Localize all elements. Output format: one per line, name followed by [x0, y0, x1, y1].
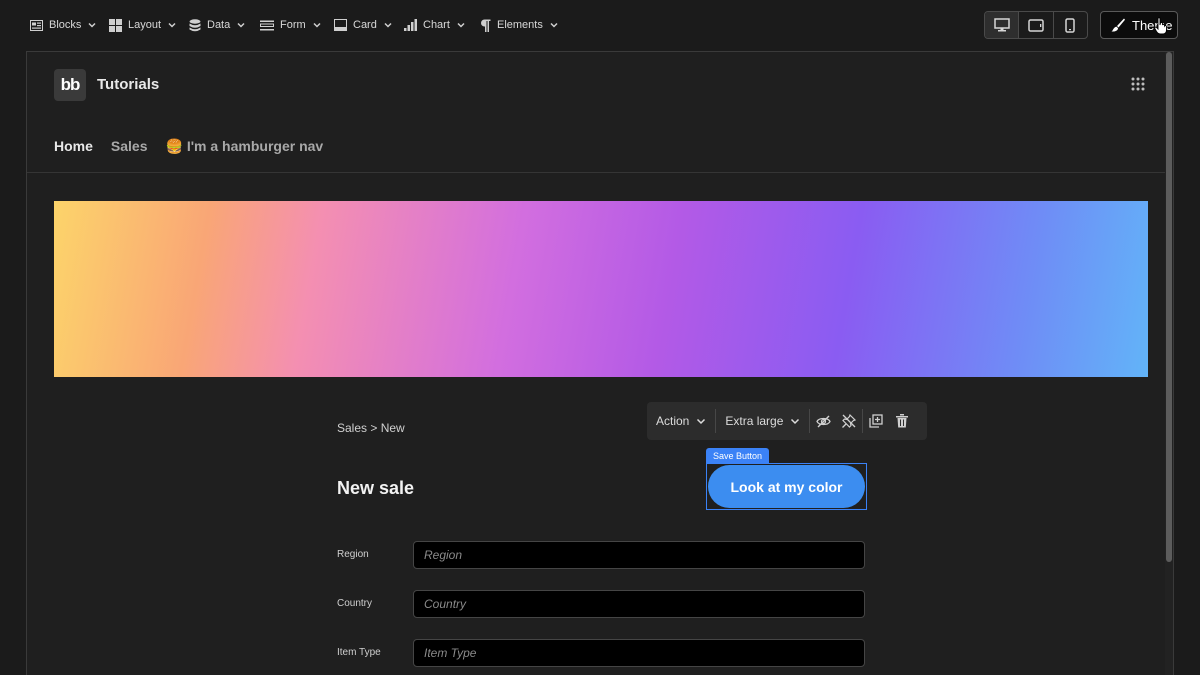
toolbar-blocks-label: Blocks	[49, 19, 82, 31]
toolbar-data-label: Data	[207, 19, 231, 31]
desktop-icon	[993, 18, 1010, 32]
mobile-icon	[1065, 17, 1076, 33]
breadcrumb[interactable]: Sales > New	[337, 421, 405, 435]
eye-off-icon	[816, 415, 831, 427]
item-type-input[interactable]	[413, 639, 865, 667]
app-title: Tutorials	[97, 76, 160, 93]
duplicate-icon	[869, 414, 884, 428]
chevron-down-icon	[550, 22, 558, 28]
duplicate-component-button[interactable]	[863, 402, 889, 440]
toolbar-elements-menu[interactable]: Elements	[480, 16, 559, 34]
app-grid-menu-icon[interactable]	[1131, 77, 1145, 91]
app-navigation: Home Sales 🍔 I'm a hamburger nav	[54, 138, 323, 155]
unpin-component-button[interactable]	[836, 402, 862, 440]
page-title: New sale	[337, 478, 415, 498]
blocks-icon	[30, 19, 43, 31]
toolbar-form-menu[interactable]: Form	[260, 16, 322, 34]
toolbar-layout-label: Layout	[128, 19, 162, 31]
size-label: Extra large	[725, 414, 784, 428]
hide-component-button[interactable]	[810, 402, 836, 440]
toolbar-blocks-menu[interactable]: Blocks	[30, 16, 97, 34]
builder-toolbar: Blocks Layout Data Form Card Chart Eleme…	[0, 0, 1200, 50]
nav-divider	[27, 172, 1173, 173]
component-settings-bar: Action Extra large	[647, 402, 927, 440]
pin-off-icon	[842, 414, 857, 428]
form-icon	[260, 20, 274, 30]
delete-component-button[interactable]	[889, 402, 915, 440]
toolbar-elements-label: Elements	[497, 19, 543, 31]
region-input[interactable]	[413, 541, 865, 569]
region-label: Region	[337, 549, 369, 560]
trash-icon	[896, 414, 909, 428]
chevron-down-icon	[237, 22, 245, 28]
toolbar-data-menu[interactable]: Data	[189, 16, 246, 34]
app-preview-canvas: bb Tutorials Home Sales 🍔 I'm a hamburge…	[26, 51, 1174, 675]
toolbar-layout-menu[interactable]: Layout	[109, 16, 177, 34]
chevron-down-icon	[791, 418, 800, 425]
toolbar-chart-label: Chart	[423, 19, 450, 31]
pointer-hand-cursor-icon	[1154, 17, 1167, 35]
database-icon	[189, 18, 201, 31]
toolbar-card-label: Card	[353, 19, 377, 31]
desktop-preview-button[interactable]	[985, 12, 1020, 38]
nav-item-home[interactable]: Home	[54, 138, 93, 155]
paintbrush-icon	[1111, 18, 1125, 32]
save-button[interactable]: Look at my color	[708, 465, 865, 508]
toolbar-form-label: Form	[280, 19, 306, 31]
chevron-down-icon	[88, 22, 96, 28]
chart-icon	[404, 19, 417, 31]
gradient-hero-banner	[54, 201, 1148, 377]
item-type-label: Item Type	[337, 647, 381, 658]
paragraph-icon	[481, 19, 491, 32]
size-select[interactable]: Extra large	[716, 402, 809, 440]
chevron-down-icon	[384, 22, 392, 28]
toolbar-chart-menu[interactable]: Chart	[404, 16, 466, 34]
nav-item-sales[interactable]: Sales	[111, 138, 148, 155]
action-type-label: Action	[656, 414, 690, 428]
selected-component-tag: Save Button	[706, 448, 770, 464]
chevron-down-icon	[697, 418, 706, 425]
toolbar-card-menu[interactable]: Card	[334, 16, 393, 34]
device-preview-switcher	[984, 11, 1088, 39]
app-logo: bb	[54, 69, 86, 101]
country-input[interactable]	[413, 590, 865, 618]
chevron-down-icon	[168, 22, 176, 28]
country-label: Country	[337, 598, 373, 609]
tablet-preview-button[interactable]	[1019, 12, 1054, 38]
action-type-select[interactable]: Action	[647, 402, 715, 440]
tablet-icon	[1028, 18, 1044, 32]
chevron-down-icon	[457, 22, 465, 28]
canvas-scrollbar-thumb[interactable]	[1166, 52, 1172, 562]
chevron-down-icon	[313, 22, 321, 28]
layout-icon	[109, 18, 122, 32]
mobile-preview-button[interactable]	[1054, 12, 1087, 38]
nav-item-hamburger[interactable]: 🍔 I'm a hamburger nav	[166, 138, 324, 155]
card-icon	[334, 19, 347, 31]
